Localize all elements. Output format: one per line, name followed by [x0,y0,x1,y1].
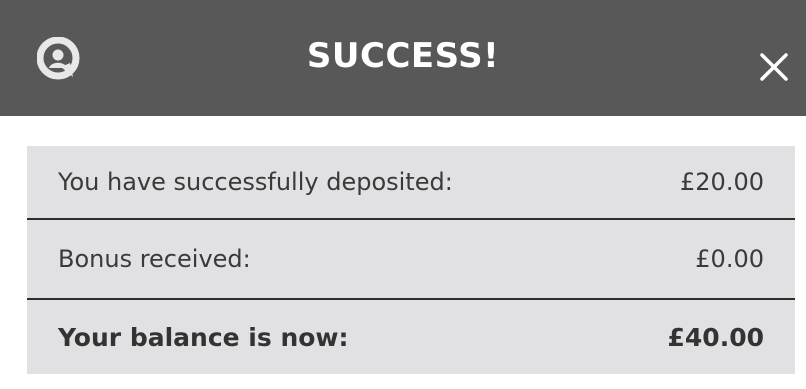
summary-row-deposited: You have successfully deposited: £20.00 [27,146,795,218]
summary-row-value: £0.00 [695,245,764,273]
modal-header: SUCCESS! [0,0,806,116]
deposit-success-modal: SUCCESS! You have successfully deposited… [0,0,806,389]
summary-row-value: £40.00 [667,322,764,352]
summary-row-label: You have successfully deposited: [58,168,453,196]
summary-row-label: Your balance is now: [58,322,349,352]
summary-row-value: £20.00 [680,168,764,196]
deposit-summary-panel: You have successfully deposited: £20.00 … [27,146,795,374]
summary-row-bonus: Bonus received: £0.00 [27,220,795,298]
close-icon[interactable] [754,47,794,87]
modal-title: SUCCESS! [306,36,500,76]
summary-row-label: Bonus received: [58,245,251,273]
summary-row-balance: Your balance is now: £40.00 [27,300,795,374]
